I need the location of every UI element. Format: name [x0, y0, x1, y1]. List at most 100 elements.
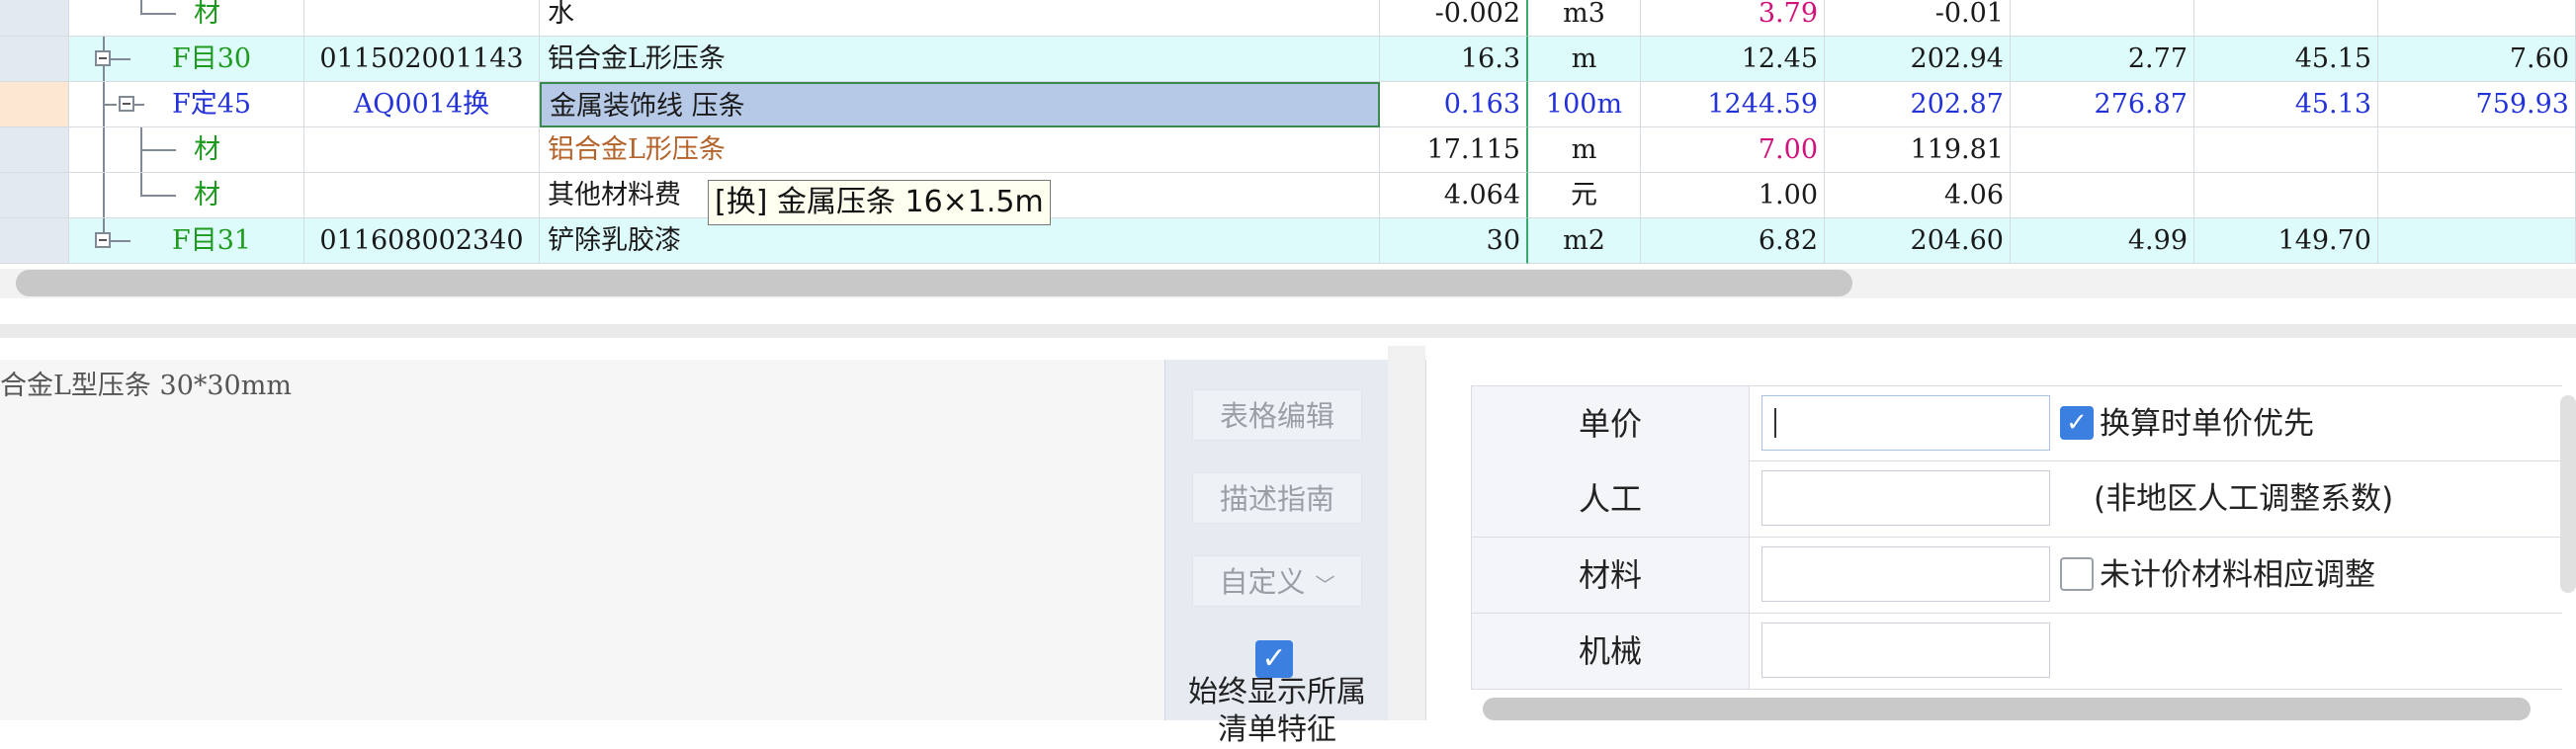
row-type: 材: [194, 180, 220, 210]
total-cell[interactable]: 759.93: [2378, 82, 2576, 127]
material-cell[interactable]: [2194, 173, 2378, 218]
tree-cell[interactable]: F目31: [69, 218, 304, 264]
row-gutter[interactable]: [0, 82, 69, 127]
machine-input[interactable]: [1761, 623, 2050, 678]
material-cell[interactable]: 45.13: [2194, 82, 2378, 127]
amount-cell[interactable]: 202.87: [1825, 82, 2011, 127]
row-gutter[interactable]: [0, 127, 69, 173]
price-cell[interactable]: 6.82: [1641, 218, 1825, 264]
machine-row: 机械: [1471, 614, 2562, 690]
show-all-checkbox[interactable]: ✓: [1255, 640, 1293, 678]
total-cell[interactable]: [2378, 0, 2576, 37]
grid-scrollbar-thumb[interactable]: [16, 270, 1852, 296]
adjust-horizontal-scrollbar[interactable]: [1483, 698, 2531, 720]
price-cell[interactable]: 12.45: [1641, 37, 1825, 82]
collapse-toggle-icon[interactable]: [95, 50, 111, 66]
qty-cell[interactable]: 4.064: [1380, 173, 1528, 218]
description-panel[interactable]: 合金L型压条 30*30mm: [0, 360, 1164, 720]
total-cell[interactable]: [2378, 127, 2576, 173]
labor-cell[interactable]: [2011, 173, 2194, 218]
row-gutter[interactable]: [0, 37, 69, 82]
material-cell[interactable]: [2194, 127, 2378, 173]
labor-input[interactable]: [1761, 470, 2050, 526]
unit-cell[interactable]: m3: [1528, 0, 1641, 37]
material-input[interactable]: [1761, 546, 2050, 602]
qty-cell[interactable]: 0.163: [1380, 82, 1528, 127]
total-cell[interactable]: 7.60: [2378, 37, 2576, 82]
description-text[interactable]: 合金L型压条 30*30mm: [0, 364, 292, 402]
material-cell[interactable]: [2194, 0, 2378, 37]
code-cell[interactable]: [304, 127, 540, 173]
material-cell[interactable]: 149.70: [2194, 218, 2378, 264]
tree-cell[interactable]: 材: [69, 0, 304, 37]
row-type: F目30: [172, 43, 252, 74]
tree-cell[interactable]: 材: [69, 173, 304, 218]
price-cell[interactable]: 1244.59: [1641, 82, 1825, 127]
amount-cell[interactable]: 119.81: [1825, 127, 2011, 173]
code-cell[interactable]: [304, 173, 540, 218]
adjust-vertical-scrollbar[interactable]: [2560, 395, 2576, 593]
collapse-toggle-icon[interactable]: [119, 96, 134, 112]
qty-cell[interactable]: 16.3: [1380, 37, 1528, 82]
unit-cell[interactable]: m: [1528, 127, 1641, 173]
unit-cell[interactable]: m2: [1528, 218, 1641, 264]
table-row[interactable]: F定45 AQ0014换 金属装饰线 压条 0.163 100m 1244.59…: [0, 82, 2576, 127]
price-cell[interactable]: 1.00: [1641, 173, 1825, 218]
labor-cell[interactable]: 276.87: [2011, 82, 2194, 127]
total-cell[interactable]: [2378, 218, 2576, 264]
custom-dropdown[interactable]: 自定义 ﹀: [1192, 555, 1362, 607]
table-row[interactable]: 材 水 -0.002 m3 3.79 -0.01: [0, 0, 2576, 37]
qty-cell[interactable]: -0.002: [1380, 0, 1528, 37]
labor-cell[interactable]: [2011, 0, 2194, 37]
panel-splitter[interactable]: [0, 324, 2576, 338]
row-type: F目31: [172, 225, 252, 256]
material-cell[interactable]: 45.15: [2194, 37, 2378, 82]
tooltip: [换] 金属压条 16×1.5m: [708, 180, 1051, 225]
show-all-label: 始终显示所属清单特征: [1188, 675, 1366, 747]
labor-cell[interactable]: 2.77: [2011, 37, 2194, 82]
unit-cell[interactable]: m: [1528, 37, 1641, 82]
description-guide-button[interactable]: 描述指南: [1192, 472, 1362, 524]
price-cell[interactable]: 7.00: [1641, 127, 1825, 173]
code-cell[interactable]: 011608002340: [304, 218, 540, 264]
total-cell[interactable]: [2378, 173, 2576, 218]
amount-cell[interactable]: -0.01: [1825, 0, 2011, 37]
unit-cell[interactable]: 元: [1528, 173, 1641, 218]
unit-cell[interactable]: 100m: [1528, 82, 1641, 127]
qty-cell[interactable]: 17.115: [1380, 127, 1528, 173]
name-cell[interactable]: 铝合金L形压条: [540, 127, 1380, 173]
unpriced-material-checkbox[interactable]: [2060, 556, 2094, 591]
price-priority-checkbox[interactable]: ✓: [2060, 405, 2094, 440]
table-row[interactable]: F目30 011502001143 铝合金L形压条 16.3 m 12.45 2…: [0, 37, 2576, 82]
amount-cell[interactable]: 4.06: [1825, 173, 2011, 218]
labor-cell[interactable]: 4.99: [2011, 218, 2194, 264]
amount-cell[interactable]: 204.60: [1825, 218, 2011, 264]
table-row[interactable]: 材 其他材料费 4.064 元 1.00 4.06: [0, 173, 2576, 218]
tree-cell[interactable]: F目30: [69, 37, 304, 82]
unit-price-input[interactable]: [1761, 395, 2050, 451]
labor-cell[interactable]: [2011, 127, 2194, 173]
unpriced-material-option[interactable]: 未计价材料相应调整: [2060, 538, 2375, 613]
qty-cell[interactable]: 30: [1380, 218, 1528, 264]
code-cell[interactable]: [304, 0, 540, 37]
table-row[interactable]: 材 铝合金L形压条 17.115 m 7.00 119.81: [0, 127, 2576, 173]
collapse-toggle-icon[interactable]: [95, 232, 111, 248]
table-row[interactable]: F目31 011608002340 铲除乳胶漆 30 m2 6.82 204.6…: [0, 218, 2576, 264]
amount-cell[interactable]: 202.94: [1825, 37, 2011, 82]
name-cell-selected[interactable]: 金属装饰线 压条: [540, 82, 1380, 127]
table-edit-button[interactable]: 表格编辑: [1192, 389, 1362, 441]
row-gutter[interactable]: [0, 218, 69, 264]
row-gutter[interactable]: [0, 173, 69, 218]
row-gutter[interactable]: [0, 0, 69, 37]
price-priority-option[interactable]: ✓ 换算时单价优先: [2060, 386, 2314, 461]
row-type: 材: [194, 134, 220, 165]
code-cell[interactable]: AQ0014换: [304, 82, 540, 127]
code-cell[interactable]: 011502001143: [304, 37, 540, 82]
tree-cell[interactable]: F定45: [69, 82, 304, 127]
name-cell[interactable]: 水: [540, 0, 1380, 37]
price-cell[interactable]: 3.79: [1641, 0, 1825, 37]
material-label: 材料: [1471, 538, 1750, 613]
lower-panel-divider[interactable]: [1388, 346, 1425, 720]
name-cell[interactable]: 铝合金L形压条: [540, 37, 1380, 82]
tree-cell[interactable]: 材: [69, 127, 304, 173]
